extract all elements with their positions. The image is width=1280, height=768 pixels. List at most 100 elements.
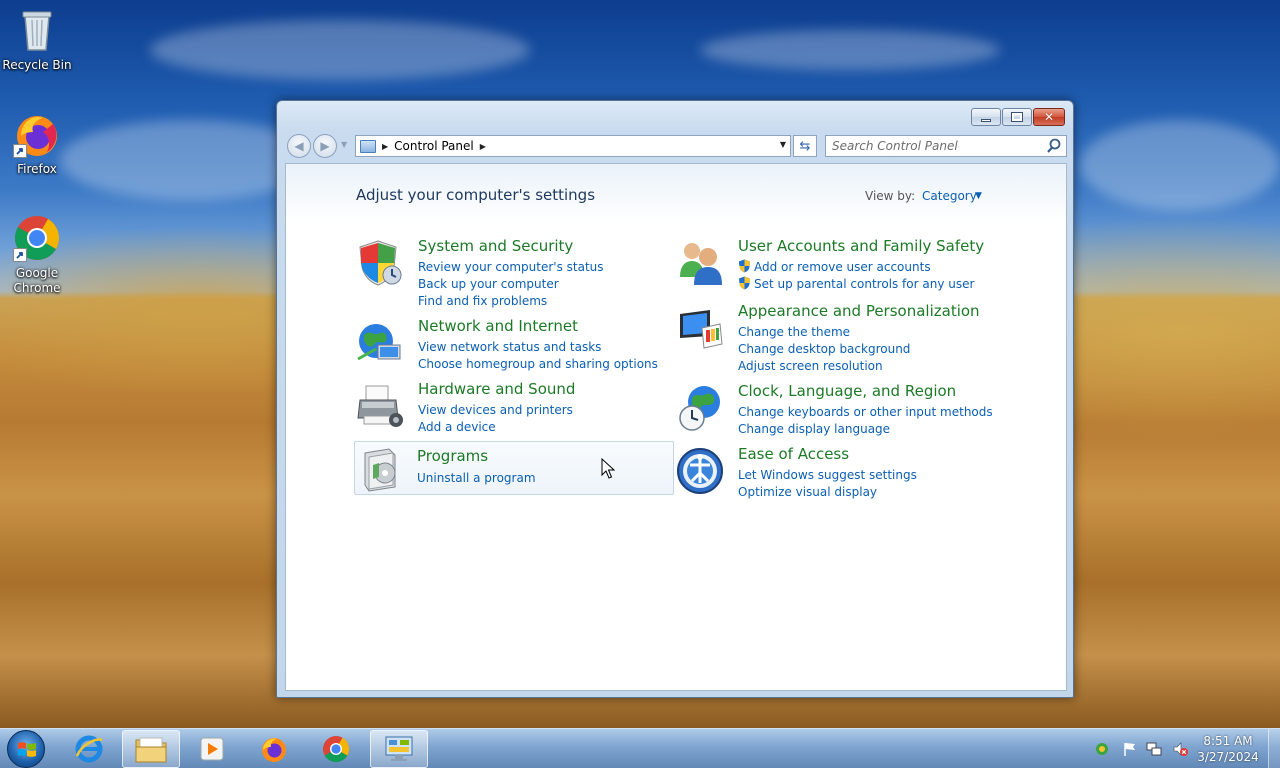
shield-icon bbox=[356, 239, 404, 287]
breadcrumb-chevron-icon[interactable]: ▶ bbox=[382, 142, 388, 151]
tray-network-icon[interactable] bbox=[1146, 741, 1162, 757]
maximize-button[interactable] bbox=[1002, 108, 1032, 126]
search-box bbox=[825, 135, 1067, 157]
search-icon[interactable] bbox=[1045, 137, 1063, 155]
users-icon bbox=[676, 239, 724, 287]
link-find-and-fix-problems[interactable]: Find and fix problems bbox=[418, 293, 604, 310]
tray-action-center-flag-icon[interactable] bbox=[1122, 741, 1138, 757]
taskbar-chrome[interactable] bbox=[307, 730, 365, 768]
category-title[interactable]: Programs bbox=[417, 447, 488, 465]
firefox-icon bbox=[262, 738, 286, 762]
ease-of-access-icon bbox=[676, 447, 724, 495]
caption-buttons: ✕ bbox=[970, 108, 1065, 126]
chrome-icon bbox=[13, 214, 61, 262]
desktop-icon-firefox[interactable]: Firefox bbox=[0, 110, 74, 177]
minimize-icon bbox=[981, 118, 991, 122]
link-back-up-computer[interactable]: Back up your computer bbox=[418, 276, 604, 293]
back-button[interactable]: ◀ bbox=[287, 134, 311, 158]
link-review-computer-status[interactable]: Review your computer's status bbox=[418, 259, 604, 276]
category-programs[interactable]: Programs Uninstall a program bbox=[354, 441, 674, 495]
link-add-remove-user-accounts[interactable]: Add or remove user accounts bbox=[738, 259, 974, 276]
category-title[interactable]: Appearance and Personalization bbox=[738, 302, 980, 320]
desktop-icon-recycle-bin[interactable]: Recycle Bin bbox=[0, 6, 74, 73]
category-title[interactable]: Hardware and Sound bbox=[418, 380, 575, 398]
media-player-icon bbox=[200, 737, 224, 761]
tray-network-sharing-icon[interactable] bbox=[1094, 741, 1110, 757]
shortcut-arrow-icon bbox=[13, 144, 27, 158]
page-title: Adjust your computer's settings bbox=[356, 186, 596, 204]
chevron-down-icon[interactable]: ▼ bbox=[975, 191, 982, 201]
forward-arrow-icon: ▶ bbox=[320, 139, 330, 153]
category-title[interactable]: Clock, Language, and Region bbox=[738, 382, 956, 400]
link-let-windows-suggest-settings[interactable]: Let Windows suggest settings bbox=[738, 467, 917, 484]
taskbar: 8:51 AM 3/27/2024 bbox=[0, 728, 1280, 768]
link-choose-homegroup[interactable]: Choose homegroup and sharing options bbox=[418, 356, 658, 373]
uac-shield-icon bbox=[739, 259, 750, 273]
category-title[interactable]: User Accounts and Family Safety bbox=[738, 237, 984, 255]
breadcrumb-chevron-icon[interactable]: ▶ bbox=[480, 142, 486, 151]
clock-globe-icon bbox=[676, 384, 724, 432]
category-clock-language-and-region: Clock, Language, and Region Change keybo… bbox=[676, 382, 1026, 438]
show-desktop-button[interactable] bbox=[1268, 729, 1280, 768]
address-dropdown-icon[interactable]: ▼ bbox=[780, 140, 786, 149]
programs-box-icon bbox=[359, 445, 407, 493]
printer-icon bbox=[356, 382, 404, 430]
clock-date: 3/27/2024 bbox=[1197, 750, 1259, 764]
desktop-icon-google-chrome[interactable]: Google Chrome bbox=[0, 214, 74, 296]
link-view-network-status[interactable]: View network status and tasks bbox=[418, 339, 658, 356]
recycle-bin-icon bbox=[13, 6, 61, 54]
link-adjust-screen-resolution[interactable]: Adjust screen resolution bbox=[738, 358, 910, 375]
link-change-the-theme[interactable]: Change the theme bbox=[738, 324, 910, 341]
category-links: Review your computer's status Back up yo… bbox=[418, 259, 604, 310]
category-network-and-internet: Network and Internet View network status… bbox=[356, 317, 658, 373]
link-optimize-visual-display[interactable]: Optimize visual display bbox=[738, 484, 917, 501]
minimize-button[interactable] bbox=[971, 108, 1001, 126]
link-set-up-parental-controls[interactable]: Set up parental controls for any user bbox=[738, 276, 974, 293]
clock-time: 8:51 AM bbox=[1203, 734, 1253, 748]
view-by-dropdown[interactable]: Category bbox=[922, 189, 977, 203]
category-links: Let Windows suggest settings Optimize vi… bbox=[738, 467, 917, 501]
taskbar-media-player[interactable] bbox=[183, 730, 241, 768]
chrome-icon bbox=[323, 736, 350, 763]
taskbar-internet-explorer[interactable] bbox=[60, 730, 118, 768]
desktop-icon-label: Google Chrome bbox=[13, 266, 61, 295]
shortcut-arrow-icon bbox=[13, 248, 27, 262]
link-add-a-device[interactable]: Add a device bbox=[418, 419, 573, 436]
taskbar-firefox[interactable] bbox=[245, 730, 303, 768]
category-title[interactable]: Ease of Access bbox=[738, 445, 849, 463]
category-user-accounts-and-family-safety: User Accounts and Family Safety Add or r… bbox=[676, 237, 1026, 295]
address-bar[interactable]: ▶ Control Panel ▶ ▼ bbox=[355, 135, 791, 157]
close-icon: ✕ bbox=[1043, 110, 1055, 124]
category-title[interactable]: System and Security bbox=[418, 237, 573, 255]
control-panel-icon bbox=[385, 736, 413, 761]
category-links: Add or remove user accounts Set up paren… bbox=[738, 259, 974, 293]
category-system-and-security: System and Security Review your computer… bbox=[356, 237, 656, 309]
category-title[interactable]: Network and Internet bbox=[418, 317, 578, 335]
monitor-palette-icon bbox=[676, 304, 724, 352]
link-change-keyboards[interactable]: Change keyboards or other input methods bbox=[738, 404, 993, 421]
control-panel-content: Adjust your computer's settings View by:… bbox=[285, 163, 1067, 691]
link-change-desktop-background[interactable]: Change desktop background bbox=[738, 341, 910, 358]
category-links: Uninstall a program bbox=[417, 470, 536, 487]
taskbar-clock[interactable]: 8:51 AM 3/27/2024 bbox=[1190, 733, 1266, 765]
recent-pages-dropdown[interactable]: ▼ bbox=[341, 140, 347, 149]
internet-explorer-icon bbox=[75, 735, 103, 763]
breadcrumb-control-panel[interactable]: Control Panel bbox=[394, 139, 474, 153]
link-view-devices-and-printers[interactable]: View devices and printers bbox=[418, 402, 573, 419]
link-change-display-language[interactable]: Change display language bbox=[738, 421, 993, 438]
refresh-button[interactable]: ⇆ bbox=[793, 135, 817, 157]
network-globe-icon bbox=[356, 319, 404, 367]
start-button[interactable] bbox=[7, 730, 45, 768]
desktop-icon-label: Recycle Bin bbox=[2, 58, 72, 72]
close-button[interactable]: ✕ bbox=[1033, 108, 1065, 126]
cloud bbox=[700, 30, 1000, 70]
cloud bbox=[150, 20, 530, 80]
search-input[interactable] bbox=[826, 137, 1045, 155]
taskbar-control-panel[interactable] bbox=[370, 730, 428, 768]
taskbar-windows-explorer[interactable] bbox=[122, 730, 180, 768]
forward-button[interactable]: ▶ bbox=[313, 134, 337, 158]
category-hardware-and-sound: Hardware and Sound View devices and prin… bbox=[356, 380, 656, 436]
back-arrow-icon: ◀ bbox=[294, 139, 304, 153]
tray-volume-muted-icon[interactable] bbox=[1172, 741, 1188, 757]
link-uninstall-a-program[interactable]: Uninstall a program bbox=[417, 470, 536, 487]
